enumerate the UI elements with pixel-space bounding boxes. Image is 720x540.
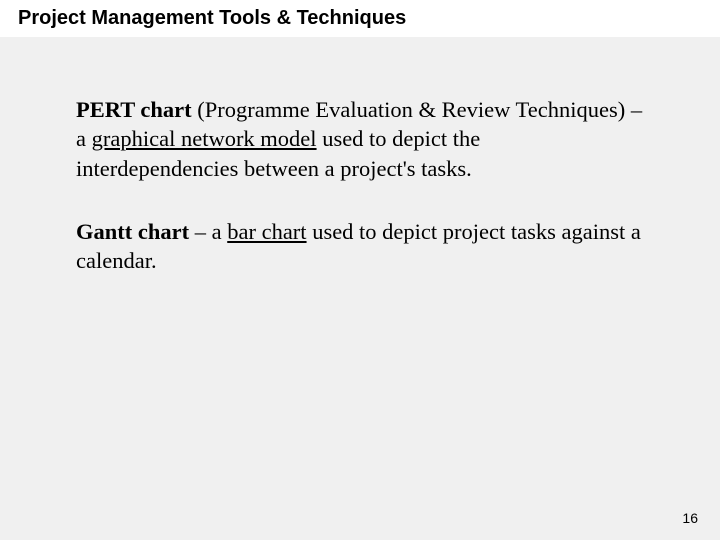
paragraph-gantt: Gantt chart – a bar chart used to depict… (76, 217, 644, 276)
gantt-underline: bar chart (227, 219, 306, 244)
pert-term-bold: PERT chart (76, 97, 192, 122)
page-number: 16 (682, 510, 698, 526)
gantt-text-pre: – a (189, 219, 227, 244)
paragraph-pert: PERT chart (Programme Evaluation & Revie… (76, 95, 644, 183)
pert-underline: graphical network model (92, 126, 317, 151)
slide-title: Project Management Tools & Techniques (18, 7, 406, 29)
slide-content: PERT chart (Programme Evaluation & Revie… (0, 37, 720, 275)
slide-title-bar: Project Management Tools & Techniques (0, 0, 720, 37)
gantt-term-bold: Gantt chart (76, 219, 189, 244)
